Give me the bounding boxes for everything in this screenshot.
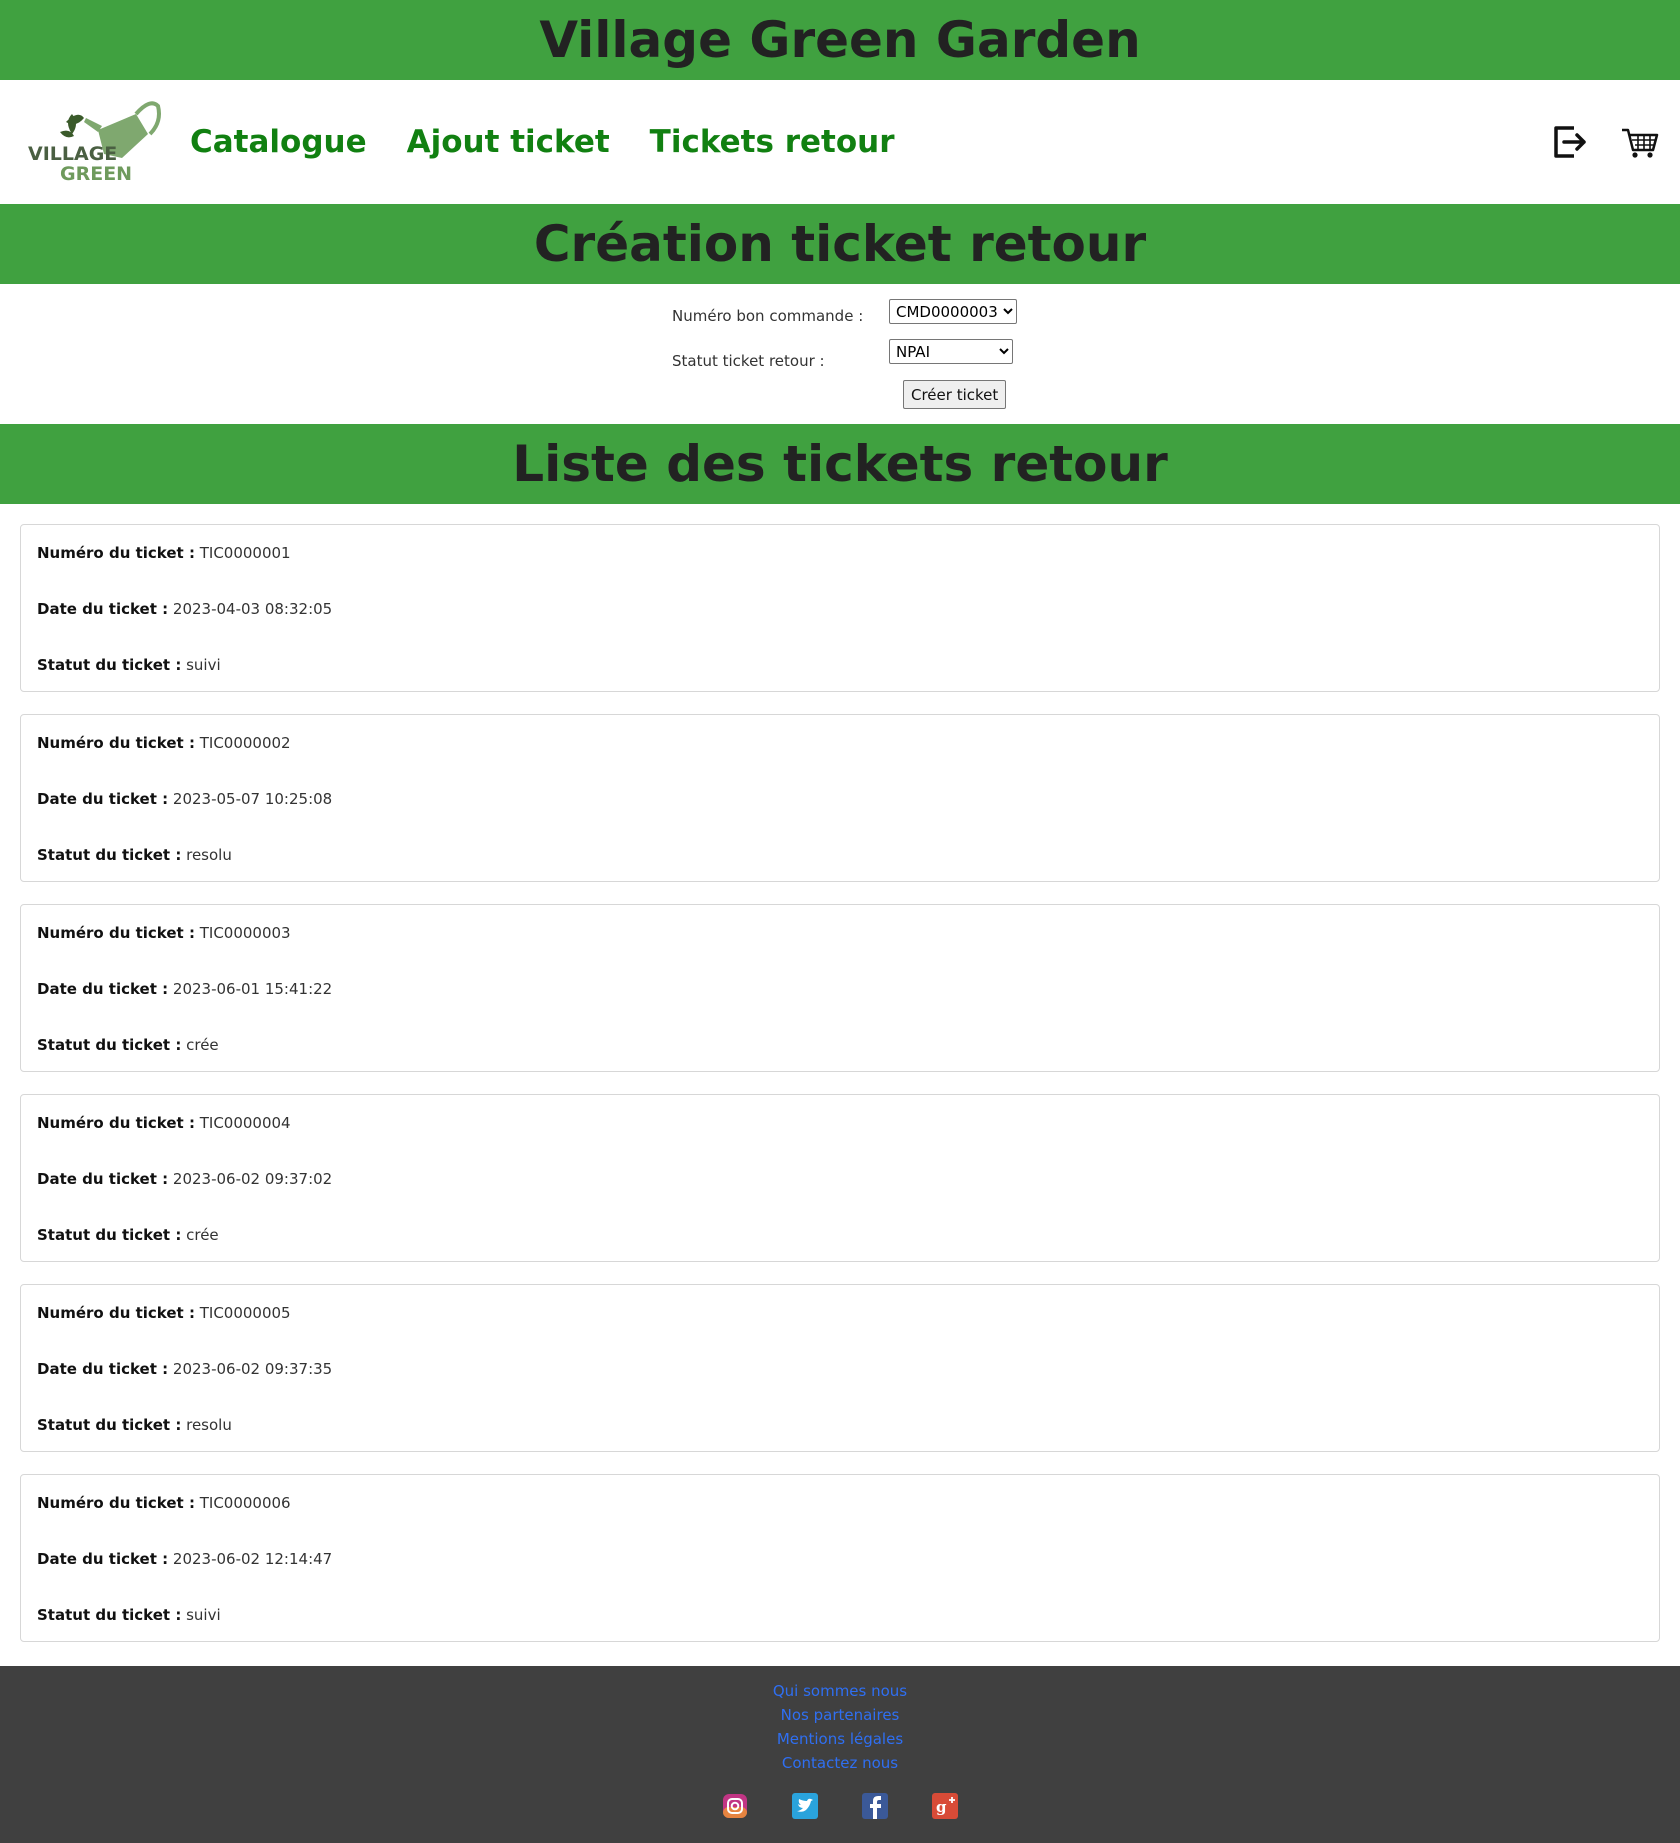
ticket-status-row: Statut du ticket : suivi: [37, 637, 1643, 693]
footer: Qui sommes nous Nos partenaires Mentions…: [0, 1666, 1680, 1843]
ticket-date-label: Date du ticket :: [37, 1550, 169, 1568]
create-ticket-band: Création ticket retour: [0, 204, 1680, 284]
ticket-number-label: Numéro du ticket :: [37, 1304, 195, 1322]
ticket-status-label: Statut du ticket :: [37, 656, 182, 674]
ticket-status: resolu: [186, 846, 232, 864]
ticket-status: suivi: [186, 1606, 221, 1624]
ticket-date-row: Date du ticket : 2023-04-03 08:32:05: [37, 581, 1643, 637]
ticket-date-row: Date du ticket : 2023-06-02 09:37:02: [37, 1151, 1643, 1207]
google-plus-icon[interactable]: g: [932, 1793, 958, 1819]
ticket-date-row: Date du ticket : 2023-06-02 09:37:35: [37, 1341, 1643, 1397]
ticket-number-row: Numéro du ticket : TIC0000002: [37, 715, 1643, 771]
ticket-number-row: Numéro du ticket : TIC0000003: [37, 905, 1643, 961]
ticket-number-label: Numéro du ticket :: [37, 1494, 195, 1512]
ticket-number-row: Numéro du ticket : TIC0000006: [37, 1475, 1643, 1531]
instagram-icon[interactable]: [722, 1793, 748, 1819]
ticket-date: 2023-06-01 15:41:22: [172, 980, 333, 998]
ticket-list-title: Liste des tickets retour: [512, 435, 1168, 493]
ticket-card: Numéro du ticket : TIC0000005 Date du ti…: [20, 1284, 1660, 1452]
village-green-logo[interactable]: VILLAGE GREEN: [26, 92, 166, 192]
ticket-date: 2023-06-02 09:37:35: [172, 1360, 333, 1378]
nav-icons: [1520, 122, 1660, 162]
ticket-status: suivi: [186, 656, 221, 674]
ticket-date: 2023-05-07 10:25:08: [172, 790, 333, 808]
ticket-date-label: Date du ticket :: [37, 600, 169, 618]
ticket-status-label: Statut du ticket :: [37, 1036, 182, 1054]
nav-links: Catalogue Ajout ticket Tickets retour: [190, 124, 934, 160]
navbar: VILLAGE GREEN Catalogue Ajout ticket Tic…: [0, 80, 1680, 204]
ticket-status: crée: [186, 1036, 219, 1054]
create-ticket-button[interactable]: Créer ticket: [903, 380, 1007, 409]
footer-link-partners[interactable]: Nos partenaires: [0, 1703, 1680, 1727]
ticket-status-select[interactable]: NPAI: [889, 339, 1013, 364]
create-ticket-title: Création ticket retour: [533, 215, 1147, 273]
nav-link-catalogue[interactable]: Catalogue: [190, 124, 367, 160]
ticket-number: TIC0000002: [199, 734, 291, 752]
ticket-card: Numéro du ticket : TIC0000004 Date du ti…: [20, 1094, 1660, 1262]
cart-icon[interactable]: [1620, 122, 1660, 162]
ticket-status-row: Statut du ticket : resolu: [37, 1397, 1643, 1453]
order-number-select[interactable]: CMD0000003: [889, 299, 1017, 324]
ticket-date-label: Date du ticket :: [37, 790, 169, 808]
ticket-date-label: Date du ticket :: [37, 1170, 169, 1188]
ticket-number-label: Numéro du ticket :: [37, 544, 195, 562]
site-title: Village Green Garden: [539, 11, 1141, 69]
ticket-card: Numéro du ticket : TIC0000006 Date du ti…: [20, 1474, 1660, 1642]
ticket-number-row: Numéro du ticket : TIC0000004: [37, 1095, 1643, 1151]
logo-text-village: VILLAGE: [28, 143, 117, 165]
ticket-date-label: Date du ticket :: [37, 980, 169, 998]
ticket-date-label: Date du ticket :: [37, 1360, 169, 1378]
ticket-date-row: Date du ticket : 2023-06-01 15:41:22: [37, 961, 1643, 1017]
svg-text:g: g: [936, 1798, 947, 1816]
ticket-status-label: Statut du ticket :: [37, 1226, 182, 1244]
ticket-number-label: Numéro du ticket :: [37, 1114, 195, 1132]
facebook-icon[interactable]: [862, 1793, 888, 1819]
ticket-list: Numéro du ticket : TIC0000001 Date du ti…: [0, 504, 1680, 1666]
ticket-status: resolu: [186, 1416, 232, 1434]
ticket-status-label: Statut du ticket :: [37, 1606, 182, 1624]
ticket-number-label: Numéro du ticket :: [37, 734, 195, 752]
ticket-number-row: Numéro du ticket : TIC0000005: [37, 1285, 1643, 1341]
ticket-number: TIC0000005: [199, 1304, 291, 1322]
ticket-number: TIC0000004: [199, 1114, 291, 1132]
nav-link-tickets-retour[interactable]: Tickets retour: [650, 124, 895, 160]
site-header-band: Village Green Garden: [0, 0, 1680, 80]
social-icons: g: [0, 1793, 1680, 1819]
ticket-status-row: Statut du ticket : suivi: [37, 1587, 1643, 1643]
ticket-status: crée: [186, 1226, 219, 1244]
ticket-date-row: Date du ticket : 2023-06-02 12:14:47: [37, 1531, 1643, 1587]
ticket-status-row: Statut du ticket : crée: [37, 1017, 1643, 1073]
ticket-list-band: Liste des tickets retour: [0, 424, 1680, 504]
footer-link-legal[interactable]: Mentions légales: [0, 1727, 1680, 1751]
ticket-number: TIC0000006: [199, 1494, 291, 1512]
ticket-status-label: Statut du ticket :: [37, 846, 182, 864]
order-number-label: Numéro bon commande :: [672, 307, 864, 325]
nav-link-ajout-ticket[interactable]: Ajout ticket: [407, 124, 610, 160]
ticket-card: Numéro du ticket : TIC0000001 Date du ti…: [20, 524, 1660, 692]
ticket-status-label: Statut ticket retour :: [672, 352, 825, 370]
logo-text-green: GREEN: [60, 163, 132, 185]
ticket-date: 2023-06-02 12:14:47: [172, 1550, 333, 1568]
create-ticket-form: Numéro bon commande : CMD0000003 Statut …: [0, 284, 1680, 424]
ticket-date: 2023-04-03 08:32:05: [172, 600, 333, 618]
ticket-number: TIC0000003: [199, 924, 291, 942]
footer-link-contact[interactable]: Contactez nous: [0, 1751, 1680, 1775]
ticket-date: 2023-06-02 09:37:02: [172, 1170, 333, 1188]
ticket-status-row: Statut du ticket : crée: [37, 1207, 1643, 1263]
ticket-status-row: Statut du ticket : resolu: [37, 827, 1643, 883]
logout-icon[interactable]: [1550, 122, 1590, 162]
twitter-icon[interactable]: [792, 1793, 818, 1819]
ticket-number-label: Numéro du ticket :: [37, 924, 195, 942]
ticket-date-row: Date du ticket : 2023-05-07 10:25:08: [37, 771, 1643, 827]
ticket-number-row: Numéro du ticket : TIC0000001: [37, 525, 1643, 581]
ticket-card: Numéro du ticket : TIC0000002 Date du ti…: [20, 714, 1660, 882]
ticket-number: TIC0000001: [199, 544, 291, 562]
footer-link-about[interactable]: Qui sommes nous: [0, 1679, 1680, 1703]
ticket-card: Numéro du ticket : TIC0000003 Date du ti…: [20, 904, 1660, 1072]
ticket-status-label: Statut du ticket :: [37, 1416, 182, 1434]
